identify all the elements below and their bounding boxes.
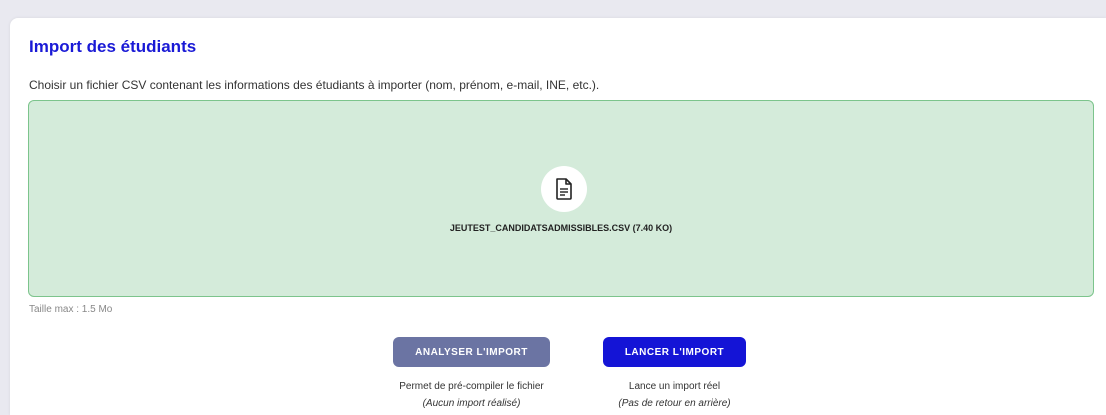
file-dropzone[interactable]: JEUTEST_CANDIDATSADMISSIBLES.CSV (7.40 K…	[28, 100, 1094, 297]
document-icon	[541, 166, 587, 212]
analyze-note: Permet de pré-compiler le fichier (Aucun…	[373, 381, 570, 409]
selected-file-name: JEUTEST_CANDIDATSADMISSIBLES.CSV (7.40 K…	[449, 223, 673, 233]
launch-note-text: Lance un import réel	[628, 381, 721, 392]
launch-note: Lance un import réel (Pas de retour en a…	[585, 381, 764, 409]
analyze-import-button[interactable]: ANALYSER L'IMPORT	[393, 337, 550, 367]
import-description: Choisir un fichier CSV contenant les inf…	[29, 78, 600, 92]
analyze-note-text: Permet de pré-compiler le fichier	[399, 381, 544, 392]
launch-note-subtext: (Pas de retour en arrière)	[618, 398, 731, 409]
max-size-hint: Taille max : 1.5 Mo	[29, 304, 113, 315]
launch-import-button[interactable]: LANCER L'IMPORT	[603, 337, 746, 367]
page-title: Import des étudiants	[29, 37, 197, 56]
import-card: Import des étudiants Choisir un fichier …	[10, 18, 1106, 415]
analyze-note-subtext: (Aucun import réalisé)	[422, 398, 521, 409]
